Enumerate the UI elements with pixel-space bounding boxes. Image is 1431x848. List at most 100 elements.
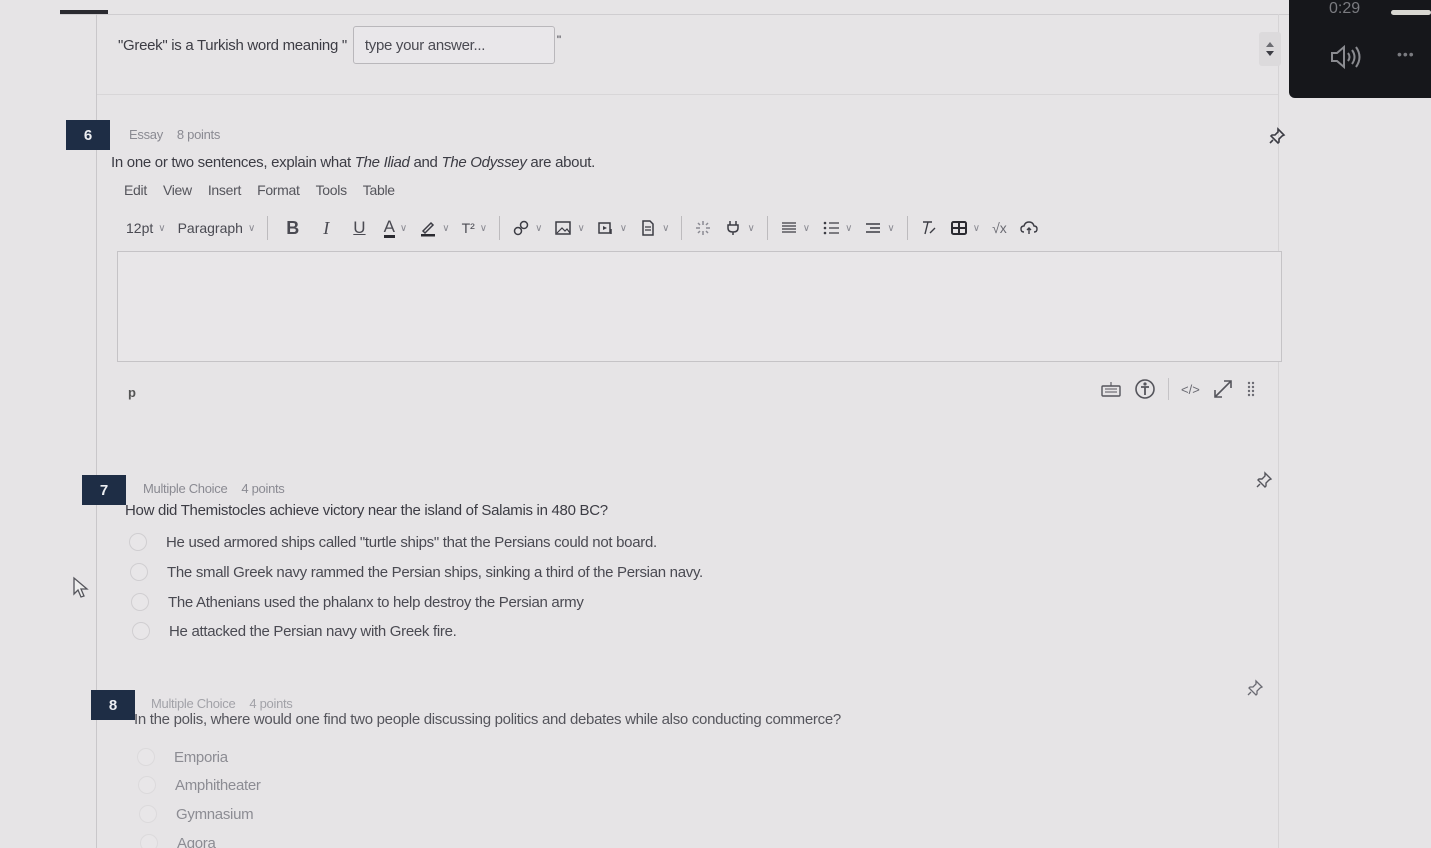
radio-button[interactable] xyxy=(138,776,156,794)
radio-button[interactable] xyxy=(139,805,157,823)
keyboard-icon[interactable] xyxy=(1100,380,1122,398)
radio-button[interactable] xyxy=(130,563,148,581)
radio-button[interactable] xyxy=(132,622,150,640)
bold-icon[interactable]: B xyxy=(274,214,311,242)
chevron-down-icon: ∨ xyxy=(535,222,543,234)
apps-icon xyxy=(696,221,711,235)
highlight-button[interactable]: ∨ xyxy=(413,214,455,242)
option-label[interactable]: The Athenians used the phalanx to help d… xyxy=(168,594,584,611)
speaker-icon[interactable] xyxy=(1329,44,1363,70)
menu-view[interactable]: View xyxy=(163,182,192,198)
bullet-list-icon xyxy=(823,221,840,235)
essay-answer-editor[interactable] xyxy=(117,251,1282,362)
answer-option[interactable]: Amphitheater xyxy=(138,776,261,794)
answer-option[interactable]: Gymnasium xyxy=(139,805,254,823)
chevron-down-icon: ∨ xyxy=(399,222,408,234)
bullet-list-button[interactable]: ∨ xyxy=(816,214,858,242)
clear-formatting-button[interactable] xyxy=(914,214,944,242)
answer-option[interactable]: The small Greek navy rammed the Persian … xyxy=(130,563,703,581)
superscript-button[interactable]: T² ∨ xyxy=(456,214,494,242)
question-points: 4 points xyxy=(249,696,293,711)
equation-icon[interactable]: √x xyxy=(986,214,1013,242)
document-icon xyxy=(642,220,654,236)
pin-icon[interactable] xyxy=(1246,679,1264,697)
html-editor-icon[interactable]: </> xyxy=(1181,382,1200,397)
option-label[interactable]: He used armored ships called "turtle shi… xyxy=(166,534,657,551)
accessibility-icon[interactable] xyxy=(1134,378,1156,400)
question-points: 4 points xyxy=(241,481,285,496)
question-number-badge: 6 xyxy=(66,120,110,150)
option-label[interactable]: The small Greek navy rammed the Persian … xyxy=(167,564,703,581)
toolbar-separator xyxy=(681,216,683,240)
option-label[interactable]: Gymnasium xyxy=(176,806,254,823)
table-button[interactable]: ∨ xyxy=(944,214,986,242)
toolbar-separator xyxy=(267,216,269,240)
font-size-value: 12pt xyxy=(126,220,154,236)
radio-button[interactable] xyxy=(137,748,155,766)
italic-icon[interactable]: I xyxy=(311,214,341,242)
underline-icon[interactable]: U xyxy=(341,214,377,242)
radio-button[interactable] xyxy=(140,834,158,848)
statusbar-separator xyxy=(1168,378,1169,400)
menu-format[interactable]: Format xyxy=(257,182,300,198)
image-button[interactable]: ∨ xyxy=(548,214,590,242)
prompt-text: are about. xyxy=(526,154,595,171)
chevron-down-icon: ∨ xyxy=(887,222,895,234)
option-label[interactable]: Amphitheater xyxy=(175,777,261,794)
link-button[interactable]: ∨ xyxy=(506,214,548,242)
superscript-icon: T² xyxy=(461,220,475,236)
option-label[interactable]: Agora xyxy=(177,835,216,848)
prompt-title-odyssey: The Odyssey xyxy=(441,154,527,171)
cloud-upload-icon xyxy=(1020,221,1038,234)
media-player-overlay: 0:29 ••• xyxy=(1289,0,1431,98)
prompt-text: and xyxy=(409,154,442,171)
question-prompt: In the polis, where would one find two p… xyxy=(134,711,841,728)
menu-edit[interactable]: Edit xyxy=(124,182,147,198)
media-button[interactable]: ∨ xyxy=(591,214,633,242)
menu-tools[interactable]: Tools xyxy=(316,182,347,198)
numbered-list-button[interactable]: ∨ xyxy=(858,214,900,242)
fib-answer-input[interactable] xyxy=(352,26,555,64)
pin-icon[interactable] xyxy=(1268,127,1286,145)
answer-option[interactable]: Agora xyxy=(140,834,216,848)
media-progress-bar[interactable] xyxy=(1391,10,1431,15)
answer-option[interactable]: Emporia xyxy=(137,748,228,766)
mouse-cursor-icon xyxy=(73,576,89,598)
media-time: 0:29 xyxy=(1329,0,1361,17)
scroll-up-icon[interactable] xyxy=(1266,42,1274,47)
pin-icon[interactable] xyxy=(1255,471,1273,489)
cloud-upload-button[interactable] xyxy=(1013,214,1045,242)
scroll-down-icon[interactable] xyxy=(1266,51,1274,56)
plugin-icon xyxy=(727,221,740,235)
font-size-dropdown[interactable]: 12pt ∨ xyxy=(120,214,172,242)
document-button[interactable]: ∨ xyxy=(633,214,675,242)
answer-option[interactable]: He attacked the Persian navy with Greek … xyxy=(132,622,457,640)
question-points: 8 points xyxy=(176,127,221,142)
chevron-down-icon: ∨ xyxy=(972,222,981,234)
scroll-spinner[interactable] xyxy=(1259,32,1281,66)
chevron-down-icon: ∨ xyxy=(479,222,488,234)
apps-button[interactable] xyxy=(688,214,718,242)
radio-button[interactable] xyxy=(131,593,149,611)
fullscreen-icon[interactable] xyxy=(1212,378,1234,400)
resize-handle-icon[interactable] xyxy=(1246,380,1256,398)
option-label[interactable]: Emporia xyxy=(174,749,228,766)
answer-option[interactable]: The Athenians used the phalanx to help d… xyxy=(131,593,584,611)
image-icon xyxy=(555,221,572,235)
answer-option[interactable]: He used armored ships called "turtle shi… xyxy=(129,533,657,551)
question-meta: Essay 8 points xyxy=(129,127,220,142)
section-divider xyxy=(97,94,1278,95)
menu-insert[interactable]: Insert xyxy=(208,182,242,198)
link-icon xyxy=(513,220,529,236)
more-options-icon[interactable]: ••• xyxy=(1397,46,1415,62)
text-color-button[interactable]: A ∨ xyxy=(378,214,414,242)
chevron-down-icon: ∨ xyxy=(158,222,166,234)
element-path: p xyxy=(128,385,136,400)
plugin-button[interactable]: ∨ xyxy=(718,214,760,242)
option-label[interactable]: He attacked the Persian navy with Greek … xyxy=(169,623,457,640)
radio-button[interactable] xyxy=(129,533,147,551)
align-button[interactable]: ∨ xyxy=(774,214,816,242)
block-format-dropdown[interactable]: Paragraph ∨ xyxy=(172,214,262,242)
chevron-down-icon: ∨ xyxy=(845,222,853,234)
menu-table[interactable]: Table xyxy=(363,182,395,198)
